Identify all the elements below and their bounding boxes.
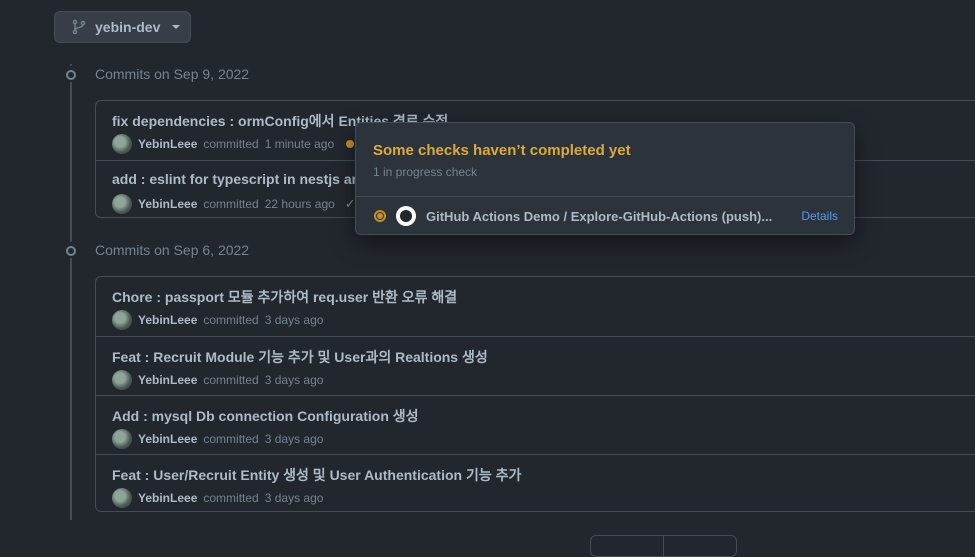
commit-time: 1 minute ago: [264, 137, 335, 151]
avatar[interactable]: [112, 310, 132, 330]
commit-row: Feat : Recruit Module 기능 추가 및 User과의 Rea…: [96, 336, 975, 395]
popover-title: Some checks haven’t completed yet: [373, 142, 631, 159]
commit-title-link[interactable]: Feat : User/Recruit Entity 생성 및 User Aut…: [112, 465, 521, 485]
popover-subtitle: 1 in progress check: [373, 165, 478, 179]
avatar[interactable]: [112, 370, 132, 390]
group-date-label: Commits on Sep 6, 2022: [95, 242, 250, 258]
commit-row: Chore : passport 모듈 추가하여 req.user 반환 오류 …: [96, 277, 975, 336]
commit-time: 3 days ago: [264, 432, 324, 446]
commit-time: 3 days ago: [264, 313, 324, 327]
in-progress-icon: [374, 210, 386, 222]
avatar[interactable]: [112, 488, 132, 508]
commit-title-link[interactable]: Add : mysql Db connection Configuration …: [112, 406, 419, 426]
commit-author-link[interactable]: YebinLeee: [138, 373, 197, 387]
commit-group-heading: Commits on Sep 9, 2022: [62, 66, 249, 82]
git-branch-icon: [72, 19, 86, 35]
avatar[interactable]: [112, 429, 132, 449]
avatar[interactable]: [112, 194, 132, 214]
commit-time: 3 days ago: [264, 373, 324, 387]
commit-verb: committed: [203, 313, 259, 327]
divider: [356, 196, 854, 197]
branch-name: yebin-dev: [95, 19, 161, 35]
group-date-label: Commits on Sep 9, 2022: [95, 66, 250, 82]
commit-list: Chore : passport 모듈 추가하여 req.user 반환 오류 …: [95, 276, 975, 512]
commit-time: 3 days ago: [264, 491, 324, 505]
github-logo-icon: [396, 206, 416, 226]
check-run-name: GitHub Actions Demo / Explore-GitHub-Act…: [426, 208, 773, 224]
commit-author-link[interactable]: YebinLeee: [138, 491, 197, 505]
branch-select-button[interactable]: yebin-dev: [54, 11, 191, 43]
commit-author-link[interactable]: YebinLeee: [138, 197, 197, 211]
commit-row: Add : mysql Db connection Configuration …: [96, 395, 975, 454]
commit-author-link[interactable]: YebinLeee: [138, 137, 197, 151]
commit-title-link[interactable]: Feat : Recruit Module 기능 추가 및 User과의 Rea…: [112, 347, 488, 367]
chevron-down-icon: [172, 25, 181, 29]
git-commit-icon: [62, 66, 78, 82]
commit-row: Feat : User/Recruit Entity 생성 및 User Aut…: [96, 454, 975, 513]
checks-popover: Some checks haven’t completed yet 1 in p…: [355, 122, 855, 235]
commit-author-link[interactable]: YebinLeee: [138, 313, 197, 327]
commit-group-heading: Commits on Sep 6, 2022: [62, 242, 249, 258]
commit-verb: committed: [203, 373, 259, 387]
git-commit-icon: [62, 242, 78, 258]
commit-verb: committed: [203, 432, 259, 446]
commit-title-link[interactable]: Chore : passport 모듈 추가하여 req.user 반환 오류 …: [112, 287, 457, 307]
commit-verb: committed: [203, 197, 259, 211]
commit-verb: committed: [203, 137, 259, 151]
commit-time: 22 hours ago: [264, 197, 335, 211]
commit-title-link[interactable]: add : eslint for typescript in nestjs an…: [112, 171, 369, 187]
avatar[interactable]: [112, 134, 132, 154]
details-link[interactable]: Details: [801, 209, 838, 223]
commit-verb: committed: [203, 491, 259, 505]
check-run-row: GitHub Actions Demo / Explore-GitHub-Act…: [374, 206, 838, 226]
pagination[interactable]: [590, 535, 737, 557]
pending-dot-icon[interactable]: [346, 140, 355, 148]
commit-author-link[interactable]: YebinLeee: [138, 432, 197, 446]
commit-timeline: [70, 64, 72, 520]
